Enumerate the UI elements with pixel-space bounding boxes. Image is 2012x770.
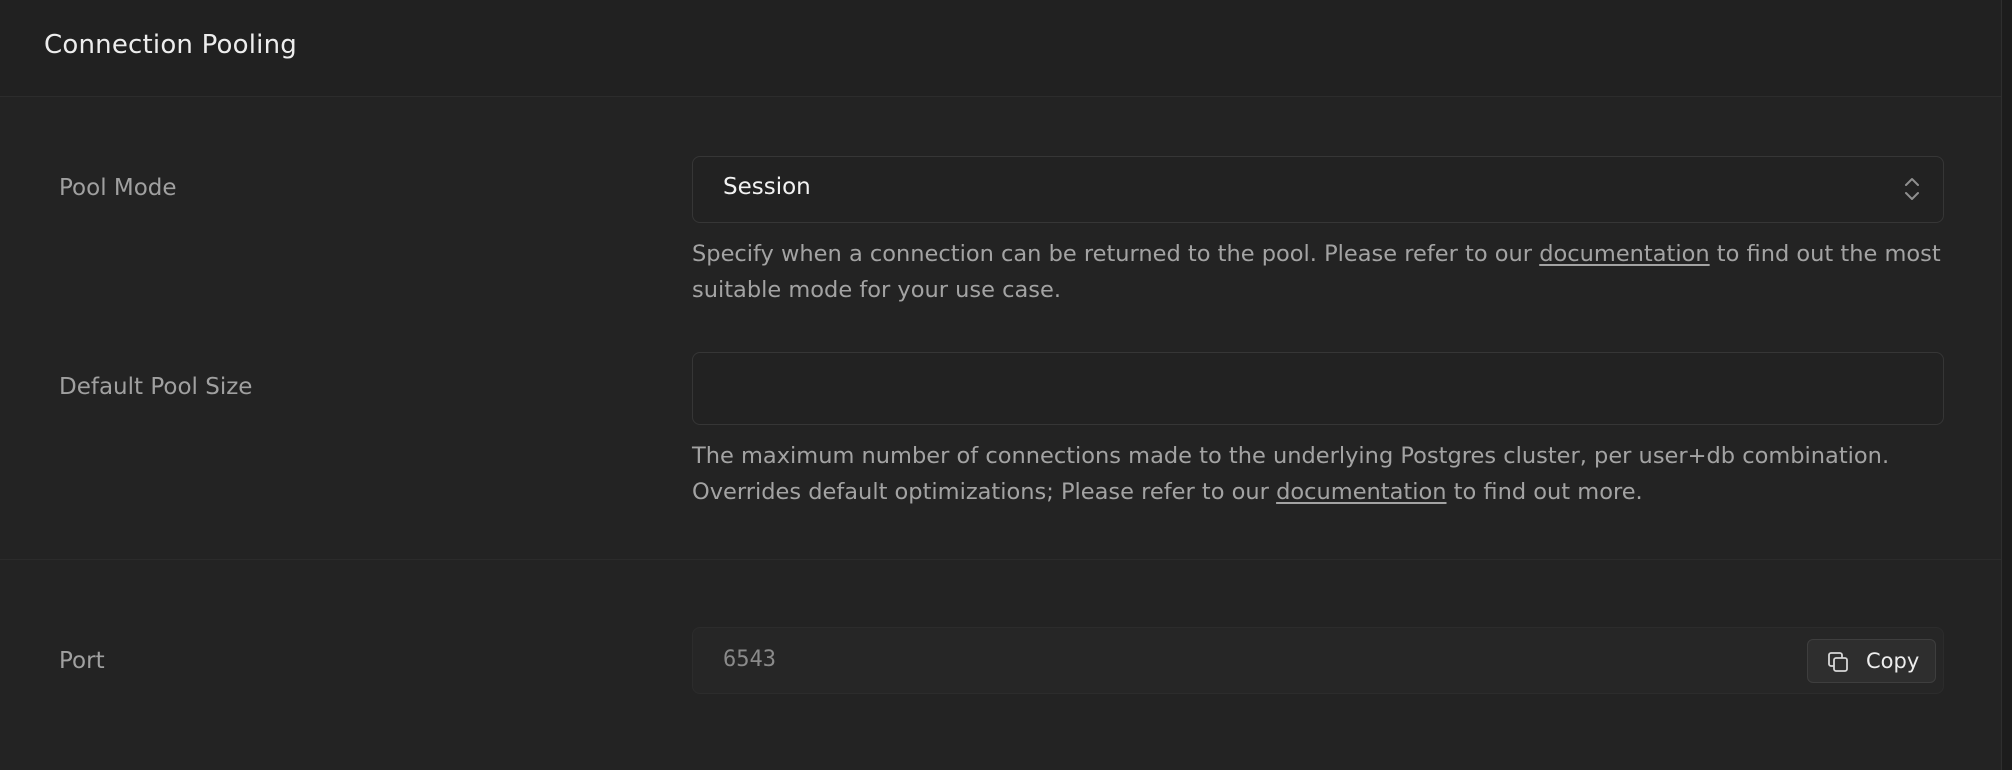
pool-mode-documentation-link[interactable]: documentation [1539, 241, 1709, 267]
pool-mode-select[interactable]: Session [692, 156, 1944, 223]
panel-title: Connection Pooling [44, 30, 297, 60]
pool-mode-help-prefix: Specify when a connection can be returne… [692, 241, 1540, 267]
pool-mode-label: Pool Mode [59, 175, 177, 201]
pool-size-help-suffix: to find out more. [1446, 479, 1643, 505]
pool-mode-help-text: Specify when a connection can be returne… [692, 236, 1957, 308]
pooling-settings-section: Pool Mode Session Specify when a connect… [0, 98, 2001, 560]
panel-header: Connection Pooling [0, 0, 2001, 97]
pool-size-help-text: The maximum number of connections made t… [692, 438, 1957, 510]
pool-mode-selected-value: Session [723, 174, 811, 200]
copy-port-button[interactable]: Copy [1807, 639, 1936, 683]
chevron-up-down-icon [1905, 178, 1919, 200]
default-pool-size-label: Default Pool Size [59, 374, 253, 400]
port-label: Port [59, 648, 105, 674]
copy-icon [1828, 652, 1848, 672]
connection-pooling-panel: Connection Pooling Pool Mode Session Spe… [0, 0, 2002, 770]
default-pool-size-input[interactable] [692, 352, 1944, 425]
copy-button-label: Copy [1866, 649, 1920, 673]
port-value: 6543 [723, 647, 776, 672]
port-field: 6543 Copy [692, 627, 1944, 694]
pool-size-documentation-link[interactable]: documentation [1276, 479, 1446, 505]
